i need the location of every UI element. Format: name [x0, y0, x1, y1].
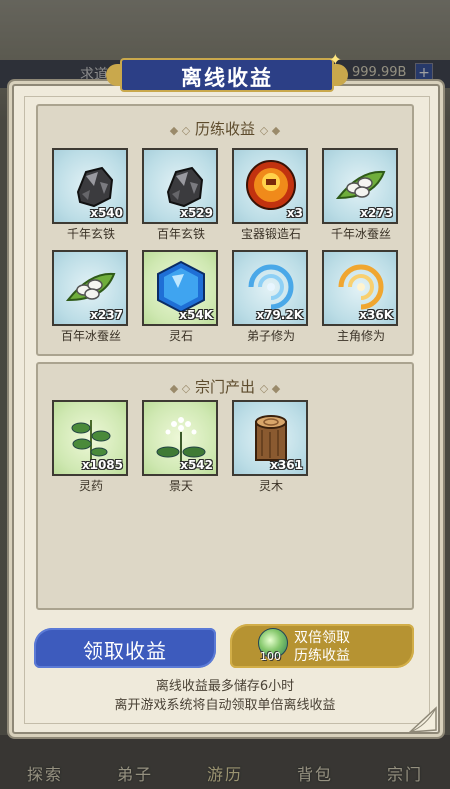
item-quantity: x542 [180, 458, 213, 472]
reward-item[interactable]: x237 百年冰蚕丝 [52, 250, 130, 344]
blue-swirl-icon [248, 264, 294, 310]
section-header: ◆ ◇ 历练收益 ◇ ◆ [38, 118, 412, 139]
button-sublabel: 历练收益 [294, 648, 350, 664]
item-quantity: x36K [359, 308, 393, 322]
item-quantity: x1085 [81, 458, 123, 472]
reward-item[interactable]: x361 灵木 [232, 400, 310, 494]
section-title: 宗门产出 [194, 378, 255, 396]
reward-item[interactable]: x79.2K 弟子修为 [232, 250, 310, 344]
herb-sprig-icon [71, 420, 111, 462]
button-label: 领取收益 [83, 639, 167, 663]
reward-item[interactable]: x36K 主角修为 [322, 250, 400, 344]
item-tile[interactable]: x273 [322, 148, 398, 224]
page-curl-icon [408, 706, 437, 733]
item-name: 百年玄铁 [156, 227, 205, 241]
item-name: 弟子修为 [246, 329, 295, 343]
storage-note: 离线收益最多储存6小时 [155, 679, 295, 694]
gold-swirl-icon [338, 264, 384, 310]
item-quantity: x79.2K [256, 308, 303, 322]
item-tile[interactable]: x237 [52, 250, 128, 326]
header-ornament-icon: ◇ ◆ [259, 124, 281, 137]
black-ore-icon [76, 166, 114, 208]
item-name: 宝器锻造石 [240, 227, 301, 241]
double-collect-button[interactable]: 100 双倍领取 历练收益 [230, 624, 414, 668]
item-tile[interactable]: x540 [52, 148, 128, 224]
reward-item[interactable]: x54K 灵石 [142, 250, 220, 344]
button-label: 双倍领取 [294, 630, 350, 646]
auto-collect-note: 离开游戏系统将自动领取单倍离线收益 [114, 698, 336, 713]
item-name: 灵石 [168, 329, 193, 343]
item-tile[interactable]: x3 [232, 148, 308, 224]
silk-cocoon-icon [65, 272, 116, 302]
silk-cocoon-icon [335, 170, 386, 200]
item-tile[interactable]: x1085 [52, 400, 128, 476]
item-quantity: x540 [90, 206, 123, 220]
title-ribbon: 离线收益 ✦ [106, 50, 348, 92]
collect-rewards-button[interactable]: 领取收益 [34, 628, 216, 668]
item-name: 主角修为 [336, 329, 385, 343]
item-tile[interactable]: x36K [322, 250, 398, 326]
panel-title: 离线收益 [181, 66, 273, 90]
section-header: ◆ ◇ 宗门产出 ◇ ◆ [38, 376, 412, 397]
reward-item[interactable]: x3 宝器锻造石 [232, 148, 310, 242]
item-tile[interactable]: x529 [142, 148, 218, 224]
sparkle-icon: ✦ [328, 50, 342, 69]
item-name: 灵木 [258, 479, 283, 493]
item-quantity: x273 [360, 206, 393, 220]
item-quantity: x529 [180, 206, 213, 220]
item-tile[interactable]: x79.2K [232, 250, 308, 326]
header-ornament-icon: ◆ ◇ [169, 124, 191, 137]
item-quantity: x54K [179, 308, 213, 322]
item-tile[interactable]: x361 [232, 400, 308, 476]
item-quantity: x237 [90, 308, 123, 322]
reward-item[interactable]: x529 百年玄铁 [142, 148, 220, 242]
reward-item[interactable]: x1085 灵药 [52, 400, 130, 494]
item-name: 灵药 [78, 479, 103, 493]
item-tile[interactable]: x54K [142, 250, 218, 326]
header-ornament-icon: ◆ ◇ [169, 382, 191, 395]
item-name: 百年冰蚕丝 [60, 329, 121, 343]
reward-item[interactable]: x542 景天 [142, 400, 220, 494]
item-tile[interactable]: x542 [142, 400, 218, 476]
item-quantity: x361 [270, 458, 303, 472]
cost-amount: 100 [260, 650, 281, 663]
item-name: 景天 [168, 479, 193, 493]
reward-item[interactable]: x540 千年玄铁 [52, 148, 130, 242]
spirit-stone-icon [157, 260, 205, 314]
black-ore-icon [166, 166, 204, 208]
forge-stone-icon [246, 160, 296, 210]
reward-item[interactable]: x273 千年冰蚕丝 [322, 148, 400, 242]
header-ornament-icon: ◇ ◆ [259, 382, 281, 395]
section-title: 历练收益 [194, 120, 255, 138]
item-quantity: x3 [286, 206, 303, 220]
item-name: 千年冰蚕丝 [330, 227, 391, 241]
item-name: 千年玄铁 [66, 227, 115, 241]
flower-plant-icon [156, 417, 206, 462]
log-icon [255, 415, 287, 461]
